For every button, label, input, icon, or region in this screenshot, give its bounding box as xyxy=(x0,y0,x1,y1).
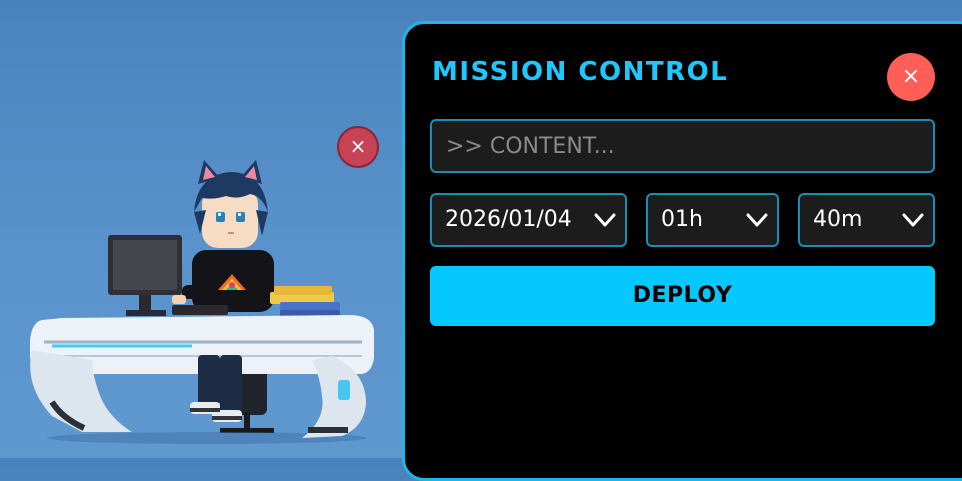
chevron-down-icon xyxy=(594,213,616,227)
pet-character-illustration xyxy=(30,160,374,444)
chevron-down-icon xyxy=(746,213,768,227)
close-icon: × xyxy=(901,64,921,89)
date-select[interactable]: 2026/01/04 xyxy=(430,193,627,247)
deploy-button[interactable]: DEPLOY xyxy=(430,266,935,326)
minute-select-value: 40m xyxy=(813,207,863,232)
hour-select-value: 01h xyxy=(661,207,703,232)
panel-title: MISSION CONTROL xyxy=(432,57,729,87)
chevron-down-icon xyxy=(902,213,924,227)
minute-select[interactable]: 40m xyxy=(798,193,935,247)
mission-control-panel: MISSION CONTROL × 2026/01/04 01h 40m DEP… xyxy=(402,21,962,481)
desktop-pet[interactable] xyxy=(22,150,382,450)
panel-close-button[interactable]: × xyxy=(887,53,935,101)
content-input[interactable] xyxy=(430,119,935,173)
hour-select[interactable]: 01h xyxy=(646,193,779,247)
date-select-value: 2026/01/04 xyxy=(445,207,572,232)
